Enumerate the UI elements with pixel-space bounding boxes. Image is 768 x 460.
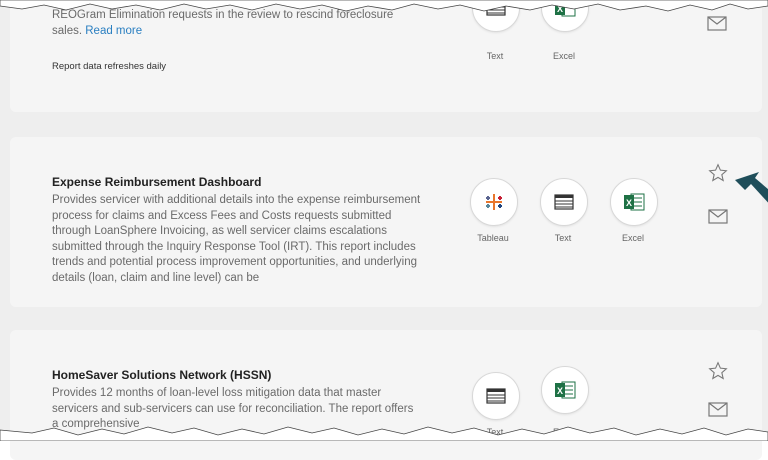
report-title: HomeSaver Solutions Network (HSSN) bbox=[52, 368, 272, 382]
excel-format-button[interactable]: X bbox=[541, 366, 589, 414]
table-icon bbox=[486, 388, 506, 404]
format-label: Text bbox=[486, 427, 504, 437]
table-icon bbox=[554, 194, 574, 210]
svg-text:X: X bbox=[626, 198, 632, 208]
read-more-link[interactable]: Read more bbox=[85, 25, 142, 37]
report-card-2: Expense Reimbursement Dashboard Provides… bbox=[10, 137, 762, 307]
envelope-icon bbox=[707, 15, 727, 31]
excel-icon: X bbox=[624, 193, 645, 211]
svg-text:X: X bbox=[557, 4, 563, 14]
mail-button[interactable] bbox=[706, 12, 728, 34]
format-label: Tableau bbox=[477, 233, 509, 243]
mail-button[interactable] bbox=[707, 398, 729, 420]
star-outline-icon bbox=[708, 361, 728, 380]
report-title: Expense Reimbursement Dashboard bbox=[52, 175, 262, 189]
envelope-icon bbox=[708, 208, 728, 224]
format-label: Text bbox=[486, 51, 504, 61]
excel-icon: X bbox=[555, 381, 576, 399]
envelope-icon bbox=[708, 401, 728, 417]
text-format-button[interactable] bbox=[472, 0, 520, 32]
favorite-button[interactable] bbox=[707, 360, 729, 382]
report-description: Provides 12 months of loan-level loss mi… bbox=[52, 387, 414, 430]
report-card-1: REOGram Elimination requests in the revi… bbox=[10, 0, 762, 112]
table-icon bbox=[486, 0, 506, 16]
excel-format-button[interactable]: X bbox=[610, 178, 658, 226]
format-label: Text bbox=[554, 233, 572, 243]
svg-text:X: X bbox=[557, 386, 563, 396]
refresh-note: Report data refreshes daily bbox=[52, 61, 167, 72]
report-list: REOGram Elimination requests in the revi… bbox=[0, 0, 768, 460]
tableau-format-button[interactable] bbox=[470, 178, 518, 226]
report-description: Provides servicer with additional detail… bbox=[52, 194, 421, 284]
excel-format-button[interactable]: X bbox=[541, 0, 589, 32]
text-format-button[interactable] bbox=[472, 372, 520, 420]
format-label: Excel bbox=[552, 427, 575, 437]
report-description: REOGram Elimination requests in the revi… bbox=[52, 8, 422, 39]
format-label: Excel bbox=[552, 51, 575, 61]
format-label: Excel bbox=[621, 233, 644, 243]
excel-icon: X bbox=[555, 0, 576, 17]
tableau-icon bbox=[486, 194, 502, 210]
text-format-button[interactable] bbox=[540, 178, 588, 226]
star-outline-icon bbox=[708, 163, 728, 182]
mail-button[interactable] bbox=[707, 205, 729, 227]
favorite-button[interactable] bbox=[707, 162, 729, 184]
callout-arrow-icon bbox=[735, 172, 768, 203]
